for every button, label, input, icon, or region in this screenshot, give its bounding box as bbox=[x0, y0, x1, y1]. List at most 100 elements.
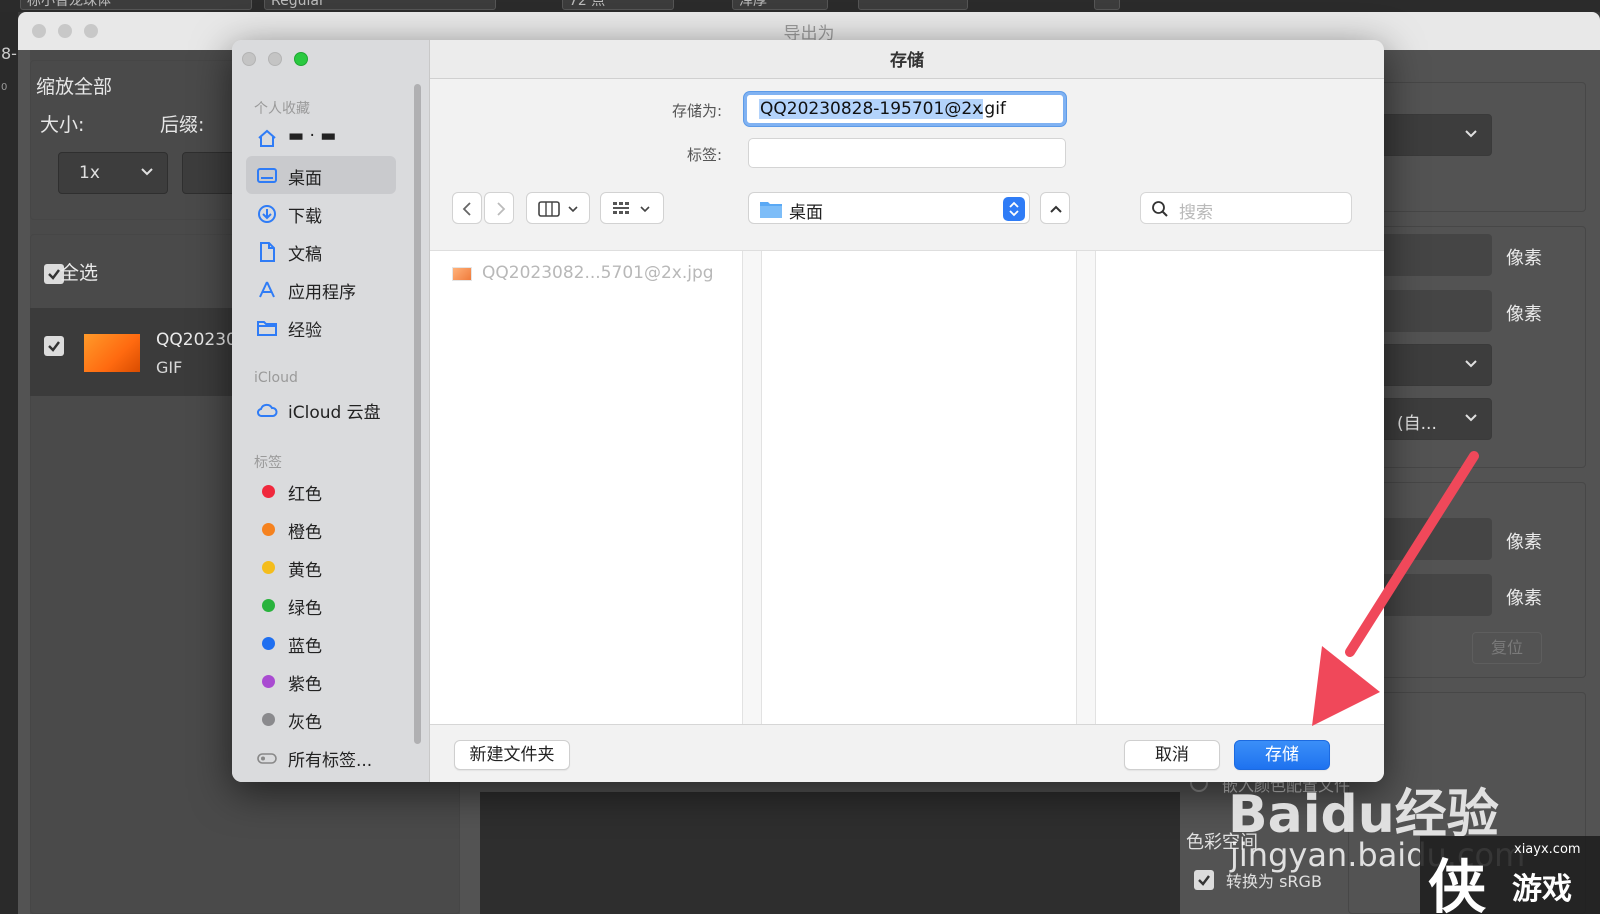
align-buttons[interactable] bbox=[858, 0, 968, 10]
asset-format: GIF bbox=[156, 358, 183, 377]
collapse-button[interactable] bbox=[1040, 192, 1070, 224]
image-file-icon bbox=[452, 267, 472, 281]
filename-extension: .gif bbox=[979, 99, 1006, 119]
favorites-header: 个人收藏 bbox=[254, 101, 310, 117]
xiayx-name: 游戏 bbox=[1512, 872, 1572, 907]
asset-thumbnail bbox=[84, 334, 140, 372]
reset-button[interactable]: 复位 bbox=[1472, 632, 1542, 664]
search-placeholder: 搜索 bbox=[1179, 203, 1213, 223]
sidebar-item-label: 文稿 bbox=[288, 245, 322, 265]
font-family-select[interactable]: 标小智龙珠体 bbox=[20, 0, 252, 10]
finder-sidebar: 个人收藏 ▬ ‧ ▬ 桌面 下载 文稿 应用程序 经验 iCloud iClou… bbox=[232, 40, 430, 782]
asset-name: QQ20230 bbox=[156, 330, 237, 350]
resample-value: (自... bbox=[1397, 414, 1437, 434]
sidebar-item-label: 蓝色 bbox=[288, 637, 322, 657]
sidebar-item-documents[interactable]: 文稿 bbox=[246, 232, 396, 270]
sidebar-item-desktop[interactable]: 桌面 bbox=[246, 156, 396, 194]
sidebar-tag-orange[interactable]: 橙色 bbox=[246, 510, 396, 548]
view-mode-button[interactable] bbox=[526, 192, 590, 224]
resample-dropdown[interactable]: (自... bbox=[1380, 398, 1492, 440]
sidebar-scrollbar[interactable] bbox=[414, 84, 421, 744]
resolution-dropdown[interactable] bbox=[1380, 344, 1492, 386]
cancel-button[interactable]: 取消 bbox=[1124, 740, 1220, 770]
sidebar-item-jingyan[interactable]: 经验 bbox=[246, 308, 396, 346]
blue-tag-dot-icon bbox=[262, 637, 275, 650]
column-resize-handle[interactable] bbox=[742, 251, 762, 725]
minimize-dialog-button[interactable] bbox=[268, 52, 282, 66]
font-size-select[interactable]: 72 点 bbox=[562, 0, 674, 10]
gray-tag-dot-icon bbox=[262, 713, 275, 726]
height-unit: 像素 bbox=[1506, 304, 1542, 325]
scale-dropdown[interactable]: 1x bbox=[58, 152, 168, 194]
sidebar-tag-blue[interactable]: 蓝色 bbox=[246, 624, 396, 662]
sidebar-all-tags[interactable]: 所有标签... bbox=[246, 738, 396, 776]
yellow-tag-dot-icon bbox=[262, 561, 275, 574]
back-button[interactable] bbox=[452, 192, 482, 224]
sidebar-tag-purple[interactable]: 紫色 bbox=[246, 662, 396, 700]
photoshop-options-bar: 标小智龙珠体 Regular 72 点 浑厚 bbox=[0, 0, 1600, 12]
all-tags-icon bbox=[257, 753, 277, 764]
sidebar-tag-gray[interactable]: 灰色 bbox=[246, 700, 396, 738]
tags-input[interactable] bbox=[748, 138, 1066, 168]
chevron-right-icon bbox=[497, 202, 506, 216]
panel-toggle-icon[interactable] bbox=[1094, 0, 1120, 10]
font-style-select[interactable]: Regular bbox=[264, 0, 496, 10]
antialias-value: 浑厚 bbox=[739, 0, 767, 9]
checkmark-icon bbox=[48, 341, 60, 352]
location-label: 桌面 bbox=[789, 203, 823, 223]
group-button[interactable] bbox=[600, 192, 664, 224]
forward-button[interactable] bbox=[484, 192, 514, 224]
chevron-down-icon bbox=[141, 168, 153, 176]
sidebar-item-downloads[interactable]: 下载 bbox=[246, 194, 396, 232]
canvas-height-field[interactable] bbox=[1380, 574, 1492, 616]
file-browser: QQ2023082...5701@2x.jpg bbox=[430, 250, 1384, 725]
sidebar-item-icloud-drive[interactable]: iCloud 云盘 bbox=[246, 390, 396, 428]
ruler-zero: 0 bbox=[1, 82, 8, 93]
chevron-down-icon bbox=[1465, 414, 1477, 422]
sidebar-item-label: 绿色 bbox=[288, 599, 322, 619]
sidebar-tag-yellow[interactable]: 黄色 bbox=[246, 548, 396, 586]
width-field[interactable] bbox=[1380, 234, 1492, 276]
sidebar-tag-green[interactable]: 绿色 bbox=[246, 586, 396, 624]
column-resize-handle[interactable] bbox=[1076, 251, 1096, 725]
sidebar-tag-red[interactable]: 红色 bbox=[246, 472, 396, 510]
font-family-value: 标小智龙珠体 bbox=[27, 0, 111, 9]
sidebar-item-applications[interactable]: 应用程序 bbox=[246, 270, 396, 308]
tags-label: 标签: bbox=[686, 146, 722, 164]
sidebar-item-label: 应用程序 bbox=[288, 283, 356, 303]
xiayx-domain: xiayx.com bbox=[1514, 842, 1581, 857]
zoom-dialog-button[interactable] bbox=[294, 52, 308, 66]
group-grid-icon bbox=[613, 202, 650, 214]
sidebar-item-label: 所有标签... bbox=[288, 751, 373, 771]
height-field[interactable] bbox=[1380, 290, 1492, 332]
chevron-up-icon bbox=[1050, 205, 1062, 213]
sidebar-item-label: iCloud 云盘 bbox=[288, 403, 381, 423]
canvas-width-field[interactable] bbox=[1380, 518, 1492, 560]
close-dialog-button[interactable] bbox=[242, 52, 256, 66]
folder-icon bbox=[257, 321, 277, 336]
asset-checkbox[interactable] bbox=[44, 336, 64, 356]
orange-tag-dot-icon bbox=[262, 523, 275, 536]
save-dialog: 个人收藏 ▬ ‧ ▬ 桌面 下载 文稿 应用程序 经验 iCloud iClou… bbox=[232, 40, 1384, 782]
format-dropdown[interactable] bbox=[1380, 114, 1492, 156]
sidebar-item-label: 红色 bbox=[288, 485, 322, 505]
filename-selected-text: QQ20230828-195701@2x bbox=[759, 99, 984, 119]
convert-srgb-checkbox[interactable] bbox=[1194, 870, 1214, 890]
footer-separator bbox=[430, 724, 1384, 725]
scale-value: 1x bbox=[79, 163, 100, 183]
font-size-value: 72 点 bbox=[569, 0, 606, 9]
sidebar-item-label: ▬ ‧ ▬ bbox=[288, 126, 337, 146]
red-tag-dot-icon bbox=[262, 485, 275, 498]
preview-canvas bbox=[480, 792, 1180, 914]
search-input[interactable]: 搜索 bbox=[1140, 192, 1352, 224]
filename-input[interactable]: QQ20230828-195701@2x .gif bbox=[744, 92, 1066, 126]
canvas-height-unit: 像素 bbox=[1506, 588, 1542, 609]
columns-view-icon bbox=[538, 201, 578, 217]
scale-all-heading: 缩放全部 bbox=[36, 76, 113, 98]
location-popup[interactable]: 桌面 bbox=[748, 192, 1030, 224]
sidebar-item-home[interactable]: ▬ ‧ ▬ bbox=[246, 118, 396, 156]
antialias-select[interactable]: 浑厚 bbox=[732, 0, 828, 10]
chevron-left-icon bbox=[462, 202, 471, 216]
save-button[interactable]: 存储 bbox=[1234, 740, 1330, 770]
new-folder-button[interactable]: 新建文件夹 bbox=[454, 740, 570, 770]
